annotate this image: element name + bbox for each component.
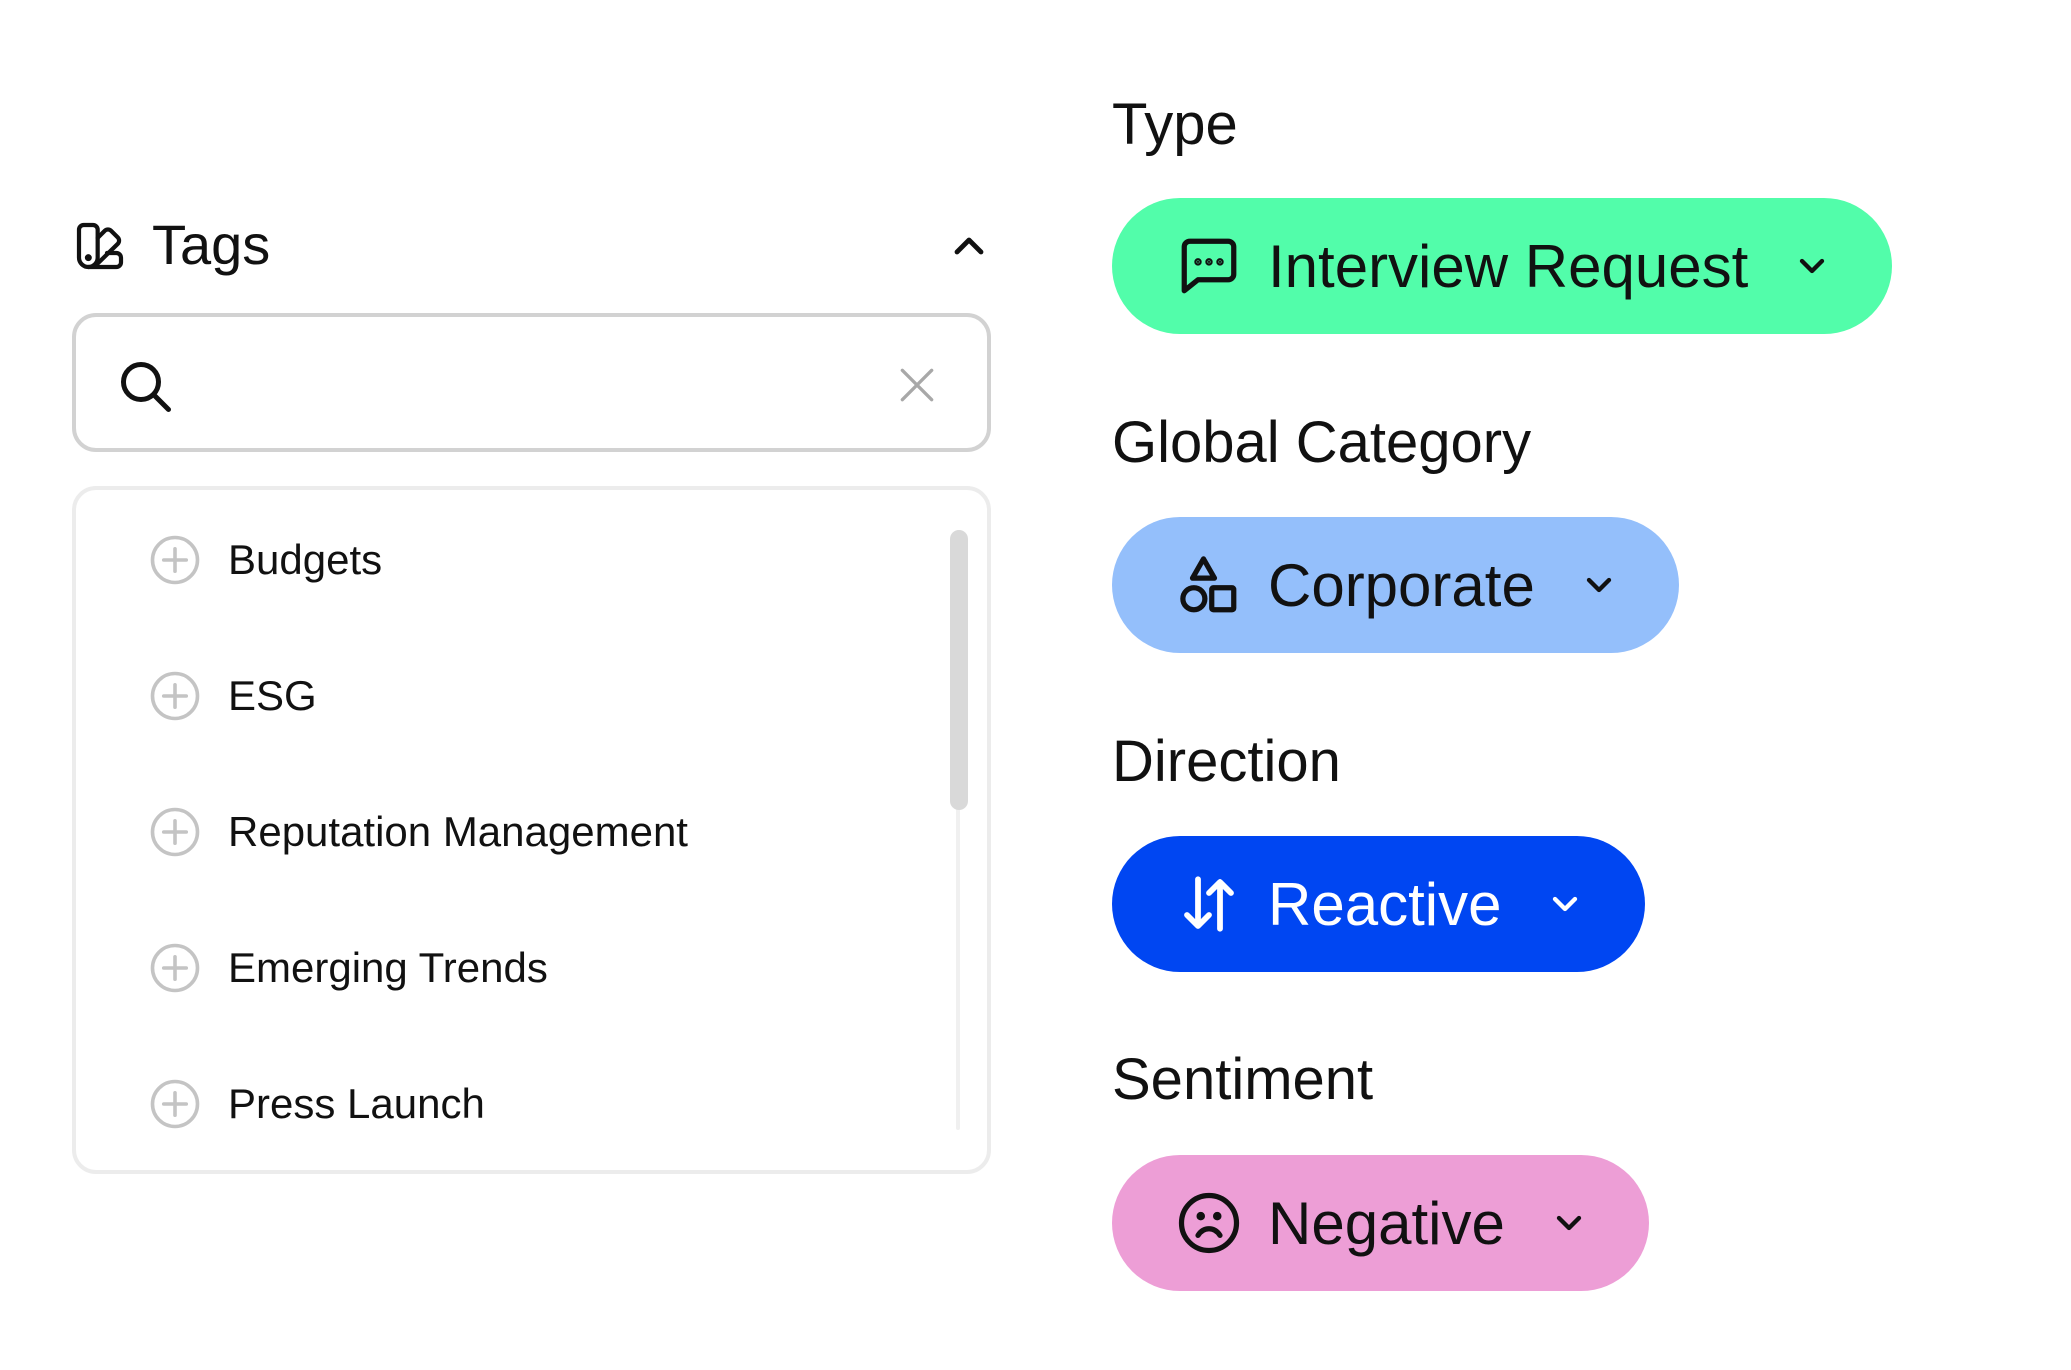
tag-label: ESG <box>228 672 317 719</box>
global-category-label: Global Category <box>1112 410 1532 475</box>
direction-value: Reactive <box>1268 870 1502 938</box>
chevron-down-icon <box>1586 577 1611 593</box>
tag-label: Reputation Management <box>228 808 688 855</box>
swatch-book-icon <box>76 222 124 270</box>
tag-item-press-launch[interactable]: Press Launch <box>148 1064 485 1144</box>
scrollbar-thumb[interactable] <box>950 530 968 810</box>
tag-label: Budgets <box>228 536 383 583</box>
type-value: Interview Request <box>1268 232 1749 300</box>
chat-bubble-icon <box>1181 238 1237 294</box>
search-icon <box>121 362 171 412</box>
global-category-dropdown[interactable]: Corporate <box>1112 517 1679 653</box>
chevron-up-icon[interactable] <box>945 222 993 270</box>
tag-list: Budgets ESG Reputation Management Emergi… <box>72 486 991 1174</box>
tag-search-input[interactable] <box>206 347 830 421</box>
tag-item-budgets[interactable]: Budgets <box>148 520 382 600</box>
tag-label: Press Launch <box>228 1080 485 1127</box>
arrows-up-down-icon <box>1184 876 1234 932</box>
tags-panel: Tags Budgets ESG Reputation Management E… <box>72 200 997 1174</box>
tag-label: Emerging Trends <box>228 944 548 991</box>
sentiment-label: Sentiment <box>1112 1047 1374 1112</box>
sad-face-icon <box>1178 1192 1240 1254</box>
tags-header[interactable]: Tags <box>72 200 997 290</box>
close-icon[interactable] <box>895 363 939 407</box>
plus-circle-icon <box>150 671 200 721</box>
plus-circle-icon <box>150 943 200 993</box>
tags-title: Tags <box>152 213 271 276</box>
tag-item-esg[interactable]: ESG <box>148 656 317 736</box>
plus-circle-icon <box>150 1079 200 1129</box>
tag-item-reputation-management[interactable]: Reputation Management <box>148 792 688 872</box>
type-label: Type <box>1112 92 1238 157</box>
shapes-icon <box>1180 556 1237 613</box>
global-category-value: Corporate <box>1268 551 1535 619</box>
chevron-down-icon <box>1800 258 1825 274</box>
chevron-down-icon <box>1556 1215 1581 1231</box>
direction-dropdown[interactable]: Reactive <box>1112 836 1646 972</box>
sentiment-value: Negative <box>1268 1189 1505 1257</box>
tag-item-emerging-trends[interactable]: Emerging Trends <box>148 928 548 1008</box>
type-dropdown[interactable]: Interview Request <box>1112 198 1893 334</box>
sentiment-dropdown[interactable]: Negative <box>1112 1155 1649 1291</box>
plus-circle-icon <box>150 807 200 857</box>
plus-circle-icon <box>150 535 200 585</box>
chevron-down-icon <box>1553 896 1578 912</box>
tag-search-box[interactable] <box>72 313 991 452</box>
direction-label: Direction <box>1112 729 1341 794</box>
